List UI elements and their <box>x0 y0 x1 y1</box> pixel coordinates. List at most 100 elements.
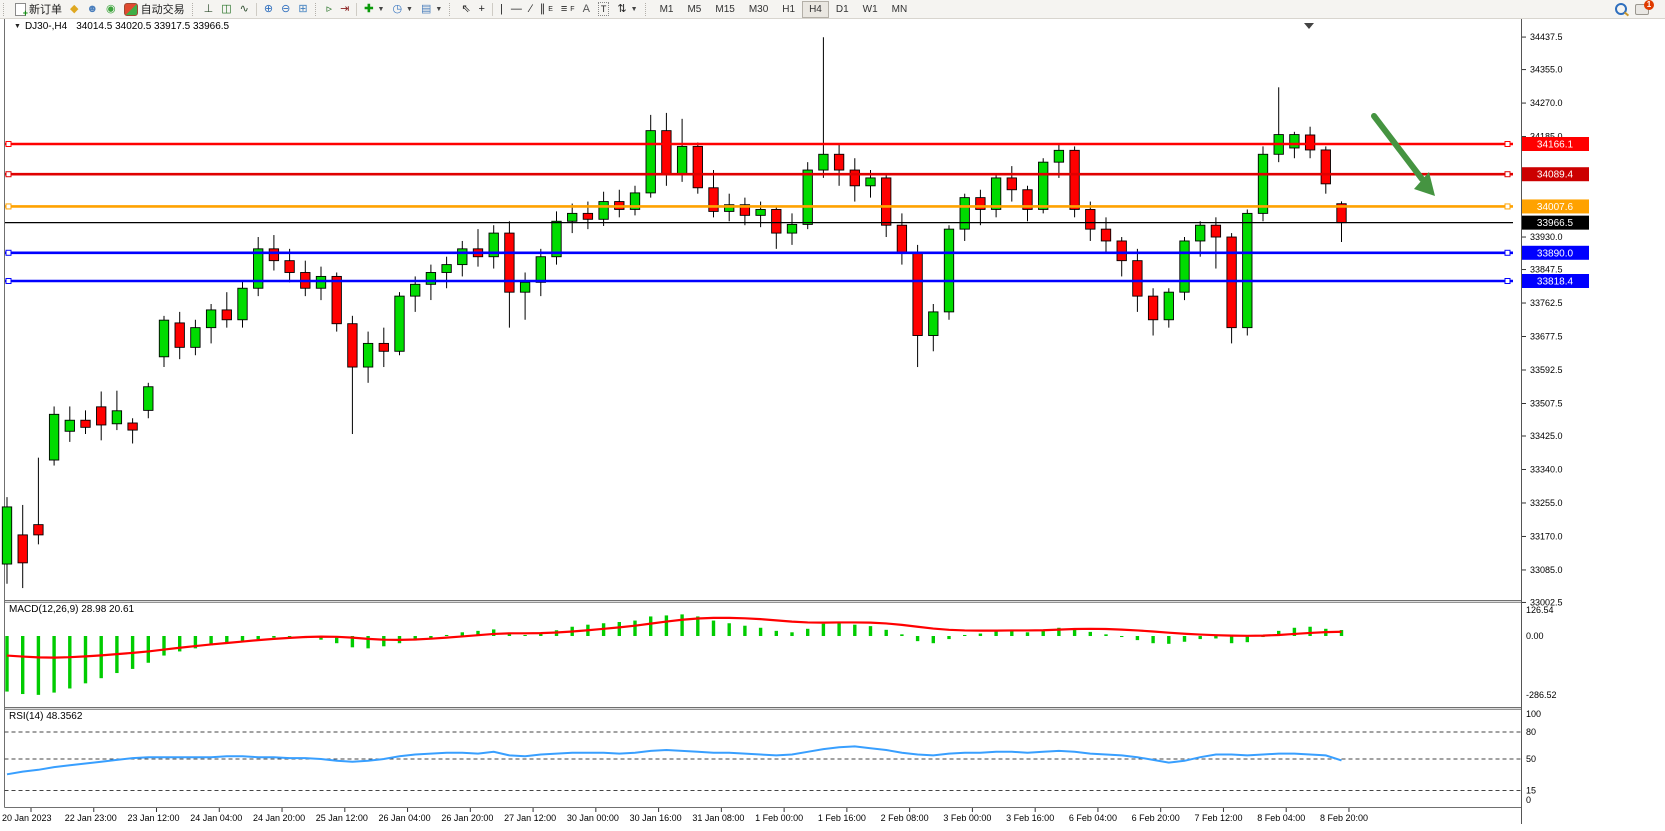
indicators-button[interactable]: ✚▼ <box>360 0 388 18</box>
bar-chart-button[interactable]: ⊥ <box>200 0 218 18</box>
svg-text:100: 100 <box>1526 709 1541 719</box>
candlestick-chart-button[interactable]: ◫ <box>217 0 235 18</box>
equidistant-channel-button[interactable]: ∥E <box>536 0 557 18</box>
timeframe-h4[interactable]: H4 <box>802 1 829 18</box>
toolbar-grip <box>3 3 8 16</box>
svg-text:30 Jan 16:00: 30 Jan 16:00 <box>630 813 682 823</box>
new-order-label: 新订单 <box>29 1 62 17</box>
periods-button[interactable]: ◷▼ <box>388 0 417 18</box>
text-icon: A <box>583 3 590 15</box>
zoom-out-icon: ⊖ <box>281 3 290 15</box>
text-button[interactable]: A <box>579 0 594 18</box>
svg-text:34270.0: 34270.0 <box>1530 98 1563 108</box>
rsi-value: 48.3562 <box>46 711 82 722</box>
macd-values: 28.98 20.61 <box>81 604 134 615</box>
chart-shift-marker[interactable] <box>1304 23 1314 29</box>
timeframe-m5[interactable]: M5 <box>680 1 708 18</box>
market-symbol-button[interactable]: ◆ <box>66 0 82 18</box>
channel-e-label: E <box>548 6 553 13</box>
cursor-button[interactable]: ⇖ <box>457 0 474 18</box>
chevron-down-icon: ▼ <box>631 6 638 13</box>
line-chart-icon: ∿ <box>240 3 249 15</box>
autotrade-button[interactable]: 自动交易 <box>120 0 189 18</box>
svg-text:24 Jan 04:00: 24 Jan 04:00 <box>190 813 242 823</box>
svg-text:34089.4: 34089.4 <box>1537 170 1574 181</box>
svg-text:126.54: 126.54 <box>1526 605 1554 615</box>
timeframe-w1[interactable]: W1 <box>856 1 885 18</box>
toolbar-separator <box>492 3 493 16</box>
toolbar-separator <box>256 3 257 16</box>
svg-text:33847.5: 33847.5 <box>1530 265 1563 275</box>
trendline-icon: ∕ <box>530 3 532 15</box>
rsi-label: RSI(14) 48.3562 <box>9 711 82 722</box>
svg-text:23 Jan 12:00: 23 Jan 12:00 <box>128 813 180 823</box>
crosshair-icon: + <box>479 3 485 15</box>
trendline-button[interactable]: ∕ <box>526 0 536 18</box>
search-button[interactable] <box>1611 0 1631 18</box>
symbol-icon: ◆ <box>70 3 78 15</box>
line-chart-button[interactable]: ∿ <box>236 0 253 18</box>
text-label-button[interactable]: T <box>594 0 614 18</box>
timeframe-m15[interactable]: M15 <box>708 1 741 18</box>
new-order-button[interactable]: 新订单 <box>11 0 66 18</box>
timeframe-mn[interactable]: MN <box>885 1 915 18</box>
price-axis[interactable]: 34437.534355.034270.034185.033930.033847… <box>1522 32 1563 607</box>
timeframe-m30[interactable]: M30 <box>742 1 775 18</box>
svg-text:22 Jan 23:00: 22 Jan 23:00 <box>65 813 117 823</box>
svg-text:33930.0: 33930.0 <box>1530 232 1563 242</box>
toolbar-grip <box>449 3 454 16</box>
alerts-button[interactable]: ◉ <box>102 0 120 18</box>
tile-windows-button[interactable]: ⊞ <box>294 0 311 18</box>
arrows-button[interactable]: ⇅▼ <box>613 0 641 18</box>
templates-button[interactable]: ▤▼ <box>417 0 446 18</box>
svg-text:3 Feb 00:00: 3 Feb 00:00 <box>943 813 991 823</box>
candlestick-icon: ◫ <box>221 3 231 15</box>
clock-icon: ◷ <box>392 3 402 15</box>
timeframe-m1[interactable]: M1 <box>653 1 681 18</box>
chart-shift-button[interactable]: ⇥ <box>336 0 353 18</box>
new-order-icon <box>15 3 26 16</box>
chevron-down-icon: ▼ <box>435 6 442 13</box>
svg-text:33818.4: 33818.4 <box>1537 276 1574 287</box>
svg-text:26 Jan 20:00: 26 Jan 20:00 <box>441 813 493 823</box>
notification-badge: 1 <box>1644 0 1654 10</box>
chart-dropdown-icon[interactable]: ▼ <box>14 23 21 30</box>
zoom-in-button[interactable]: ⊕ <box>260 0 277 18</box>
svg-text:30 Jan 00:00: 30 Jan 00:00 <box>567 813 619 823</box>
macd-label: MACD(12,26,9) 28.98 20.61 <box>9 604 134 615</box>
profiles-button[interactable]: ☻ <box>82 0 102 18</box>
fibonacci-button[interactable]: ≡F <box>557 0 579 18</box>
auto-scroll-button[interactable]: ▹ <box>323 0 337 18</box>
chart-window[interactable]: 34437.534355.034270.034185.033930.033847… <box>0 18 1665 831</box>
autotrade-icon <box>124 3 138 16</box>
svg-text:15: 15 <box>1526 786 1536 796</box>
svg-text:26 Jan 04:00: 26 Jan 04:00 <box>379 813 431 823</box>
time-axis[interactable]: 20 Jan 202322 Jan 23:0023 Jan 12:0024 Ja… <box>2 808 1368 823</box>
svg-text:24 Jan 20:00: 24 Jan 20:00 <box>253 813 305 823</box>
timeframe-d1[interactable]: D1 <box>829 1 856 18</box>
trend-arrow[interactable] <box>1374 116 1435 196</box>
chart-shift-icon: ⇥ <box>340 3 349 15</box>
timeframe-h1[interactable]: H1 <box>775 1 802 18</box>
svg-text:33340.0: 33340.0 <box>1530 464 1563 474</box>
svg-text:2 Feb 08:00: 2 Feb 08:00 <box>881 813 929 823</box>
horizontal-line-button[interactable]: — <box>507 0 526 18</box>
svg-text:33170.0: 33170.0 <box>1530 531 1563 541</box>
crosshair-button[interactable]: + <box>475 0 489 18</box>
radio-icon: ◉ <box>106 3 116 15</box>
svg-text:33677.5: 33677.5 <box>1530 332 1563 342</box>
search-icon <box>1615 3 1627 15</box>
svg-text:27 Jan 12:00: 27 Jan 12:00 <box>504 813 556 823</box>
svg-text:7 Feb 12:00: 7 Feb 12:00 <box>1194 813 1242 823</box>
svg-text:6 Feb 04:00: 6 Feb 04:00 <box>1069 813 1117 823</box>
vertical-line-button[interactable]: | <box>496 0 507 18</box>
chart-canvas[interactable]: 34437.534355.034270.034185.033930.033847… <box>0 18 1665 831</box>
zoom-out-button[interactable]: ⊖ <box>277 0 294 18</box>
notifications-button[interactable]: 1 <box>1631 0 1657 18</box>
svg-text:31 Jan 08:00: 31 Jan 08:00 <box>692 813 744 823</box>
autotrade-label: 自动交易 <box>141 1 185 17</box>
toolbar-grip <box>315 3 320 16</box>
chevron-down-icon: ▼ <box>406 6 413 13</box>
svg-text:33762.5: 33762.5 <box>1530 298 1563 308</box>
level-lines[interactable]: 34166.134089.434007.633966.533890.033818… <box>5 137 1589 288</box>
